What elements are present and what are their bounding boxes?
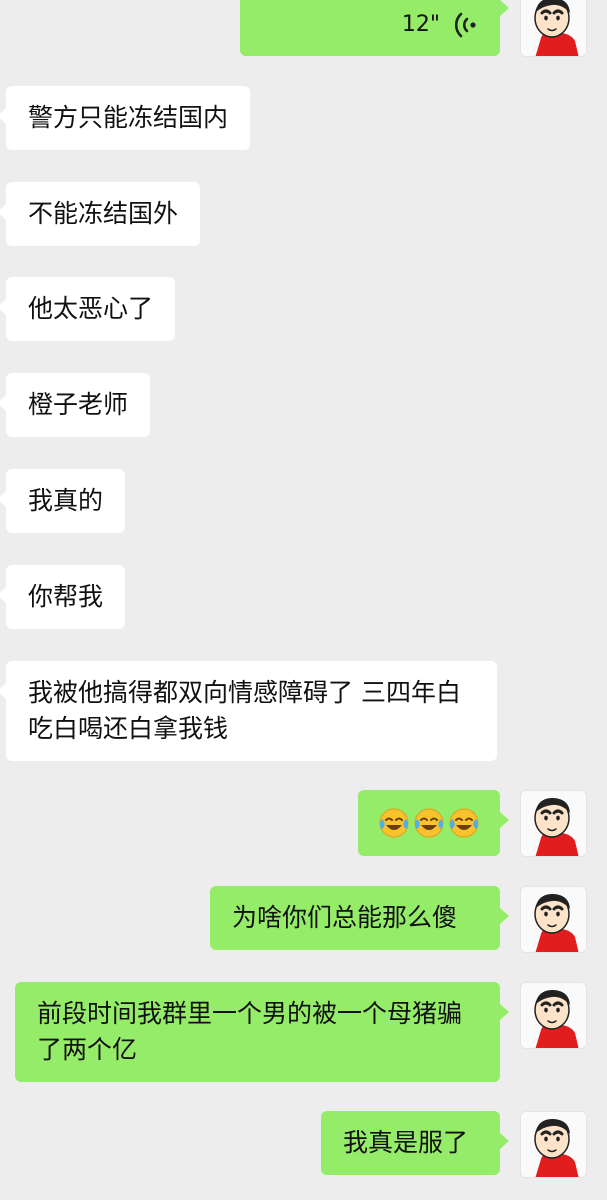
incoming-message[interactable]: 他太恶心了 bbox=[0, 277, 176, 341]
outgoing-message[interactable]: 为啥你们总能那么傻 bbox=[210, 886, 509, 950]
cartoon-boy-avatar-icon bbox=[521, 1112, 586, 1177]
voice-duration: 12" bbox=[401, 12, 440, 37]
face-with-tears-of-joy-icon bbox=[378, 807, 410, 839]
message-text: 他太恶心了 bbox=[28, 294, 154, 323]
chat-message-list[interactable]: 12" 警方只能冻结国内 不能冻结国外 他太恶心了 橙子老师 我真的 你帮我 我… bbox=[0, 0, 607, 1200]
message-text: 前段时间我群里一个男的被一个母猪骗了两个亿 bbox=[37, 999, 463, 1064]
incoming-message[interactable]: 我被他搞得都双向情感障碍了 三四年白吃白喝还白拿我钱 bbox=[0, 661, 497, 761]
cartoon-boy-avatar-icon bbox=[521, 0, 586, 56]
message-text: 警方只能冻结国内 bbox=[28, 103, 229, 132]
cartoon-boy-avatar-icon bbox=[521, 791, 586, 856]
cartoon-boy-avatar-icon bbox=[521, 887, 586, 952]
incoming-message[interactable]: 我真的 bbox=[0, 469, 126, 533]
incoming-message[interactable]: 不能冻结国外 bbox=[0, 182, 201, 246]
message-text: 为啥你们总能那么傻 bbox=[232, 903, 458, 932]
voice-message-bubble[interactable]: 12" bbox=[240, 0, 509, 56]
avatar[interactable] bbox=[520, 982, 587, 1049]
message-text: 你帮我 bbox=[28, 582, 104, 611]
incoming-message[interactable]: 你帮我 bbox=[0, 565, 126, 629]
avatar[interactable] bbox=[520, 0, 587, 57]
outgoing-message[interactable] bbox=[358, 790, 509, 856]
message-text: 我真是服了 bbox=[343, 1128, 469, 1157]
message-text: 我真的 bbox=[28, 486, 104, 515]
face-with-tears-of-joy-icon bbox=[413, 807, 445, 839]
voice-wave-icon bbox=[454, 12, 478, 38]
avatar[interactable] bbox=[520, 790, 587, 857]
outgoing-message[interactable]: 我真是服了 bbox=[321, 1111, 509, 1175]
incoming-message[interactable]: 橙子老师 bbox=[0, 373, 151, 437]
avatar[interactable] bbox=[520, 886, 587, 953]
face-with-tears-of-joy-icon bbox=[448, 807, 480, 839]
emoji-row bbox=[378, 805, 480, 841]
outgoing-message[interactable]: 前段时间我群里一个男的被一个母猪骗了两个亿 bbox=[15, 982, 509, 1082]
avatar[interactable] bbox=[520, 1111, 587, 1178]
message-text: 我被他搞得都双向情感障碍了 三四年白吃白喝还白拿我钱 bbox=[28, 678, 461, 743]
incoming-message[interactable]: 警方只能冻结国内 bbox=[0, 86, 251, 150]
message-text: 橙子老师 bbox=[28, 390, 129, 419]
message-text: 不能冻结国外 bbox=[28, 199, 179, 228]
cartoon-boy-avatar-icon bbox=[521, 983, 586, 1048]
